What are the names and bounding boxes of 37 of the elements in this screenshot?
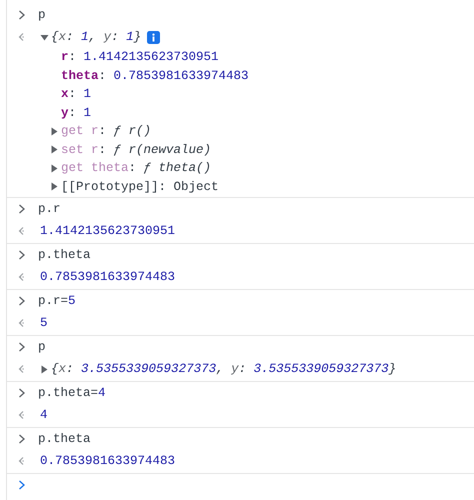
expand-triangle-icon[interactable] (50, 164, 59, 173)
object-preview: {x: 3.5355339059327373, y: 3.5355339059327373} (51, 362, 396, 376)
chevron-icon (18, 342, 26, 352)
accessor-property: get r: ƒ r() (61, 124, 152, 138)
prompt-chevron-icon[interactable] (18, 480, 26, 490)
result-value: 0.7853981633974483 (40, 270, 176, 284)
chevron-icon (18, 204, 26, 214)
input-code: p.r (38, 202, 61, 216)
input-code: p.r=5 (38, 294, 76, 308)
expand-triangle-icon[interactable] (40, 364, 49, 374)
accessor-property: set r: ƒ r(newvalue) (61, 142, 212, 157)
object-property: x: 1 (61, 87, 92, 102)
object-property: y: 1 (61, 106, 92, 120)
result-value: 5 (40, 316, 48, 330)
collapse-triangle-icon[interactable] (40, 32, 49, 42)
info-icon[interactable] (147, 30, 160, 44)
result-value: 0.7853981633974483 (40, 454, 176, 468)
input-code: p (38, 8, 46, 22)
object-property: theta: 0.7853981633974483 (61, 68, 249, 83)
chevron-icon (18, 434, 26, 444)
object-preview: {x: 1, y: 1} (51, 30, 142, 44)
chevron-icon (18, 250, 26, 260)
input-code: p.theta=4 (38, 386, 106, 400)
result-value: 4 (40, 408, 48, 422)
input-code: p (38, 340, 46, 354)
expand-triangle-icon[interactable] (50, 182, 59, 192)
expand-triangle-icon[interactable] (50, 145, 59, 154)
object-property: r: 1.4142135623730951 (61, 50, 219, 64)
accessor-property: get theta: ƒ theta() (61, 161, 212, 176)
chevron-icon (18, 10, 26, 20)
accessor-property: [[Prototype]]: Object (61, 180, 219, 194)
expand-triangle-icon[interactable] (50, 126, 59, 136)
chevron-icon (18, 296, 26, 306)
result-value: 1.4142135623730951 (40, 224, 176, 238)
input-code: p.theta (38, 432, 91, 446)
input-code: p.theta (38, 248, 91, 262)
chevron-icon (18, 388, 26, 398)
